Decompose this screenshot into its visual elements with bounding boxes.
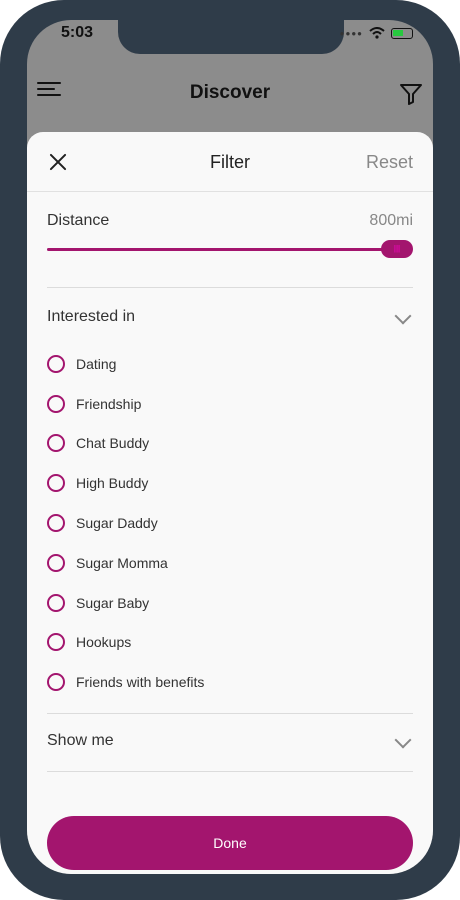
interested-in-label: Interested in — [47, 308, 136, 325]
radio-icon[interactable] — [47, 514, 65, 533]
option-label: Chat Buddy — [76, 435, 150, 452]
option-high-buddy[interactable]: High Buddy — [47, 463, 413, 503]
option-label: High Buddy — [76, 475, 149, 492]
show-me-label: Show me — [47, 732, 114, 749]
status-icons: ●●●● — [340, 27, 413, 39]
option-label: Sugar Momma — [76, 554, 168, 571]
radio-icon[interactable] — [47, 633, 65, 652]
signal-icon: ●●●● — [339, 28, 363, 38]
show-me-header[interactable]: Show me — [47, 731, 413, 762]
chevron-down-icon — [394, 731, 412, 749]
option-sugar-daddy[interactable]: Sugar Daddy — [47, 503, 413, 543]
phone-frame: 5:03 ●●●● Discover Filter Reset Distance… — [0, 0, 460, 900]
screen: 5:03 ●●●● Discover Filter Reset Distance… — [27, 20, 433, 874]
option-label: Dating — [76, 355, 117, 372]
radio-icon[interactable] — [47, 673, 65, 692]
battery-icon — [391, 27, 413, 39]
radio-icon[interactable] — [47, 354, 65, 373]
option-hookups[interactable]: Hookups — [47, 623, 413, 663]
page-title: Discover — [189, 82, 271, 103]
show-me-section: Show me — [47, 714, 413, 772]
app-header: Discover — [27, 70, 433, 116]
radio-icon[interactable] — [47, 593, 65, 612]
wifi-icon — [369, 27, 385, 39]
option-label: Hookups — [76, 634, 132, 651]
done-button[interactable]: Done — [47, 816, 413, 870]
distance-slider-thumb[interactable]: ||| — [381, 240, 413, 258]
option-label: Friendship — [76, 395, 142, 412]
status-time: 5:03 — [61, 24, 94, 41]
interested-in-header[interactable]: Interested in — [47, 307, 413, 338]
option-friends-with-benefits[interactable]: Friends with benefits — [47, 662, 413, 702]
option-friendship[interactable]: Friendship — [47, 384, 413, 424]
option-sugar-baby[interactable]: Sugar Baby — [47, 583, 413, 623]
distance-section: Distance 800mi ||| — [47, 192, 413, 288]
chevron-down-icon — [394, 307, 412, 325]
option-chat-buddy[interactable]: Chat Buddy — [47, 424, 413, 464]
distance-slider[interactable]: ||| — [47, 240, 413, 258]
radio-icon[interactable] — [47, 394, 65, 413]
sheet-header: Filter Reset — [27, 132, 433, 192]
status-bar: 5:03 ●●●● — [27, 20, 433, 54]
option-dating[interactable]: Dating — [47, 344, 413, 384]
radio-icon[interactable] — [47, 474, 65, 493]
interested-in-section: Interested in Dating Friendship Chat Bud… — [47, 288, 413, 714]
filter-sheet: Filter Reset Distance 800mi ||| Interest… — [27, 132, 433, 874]
notch — [118, 20, 344, 54]
filter-icon[interactable] — [399, 82, 423, 106]
radio-icon[interactable] — [47, 553, 65, 572]
distance-value: 800mi — [369, 212, 413, 229]
interested-in-options: Dating Friendship Chat Buddy High Buddy … — [47, 344, 413, 702]
option-label: Sugar Baby — [76, 594, 150, 611]
distance-slider-fill — [47, 248, 397, 251]
reset-button[interactable]: Reset — [366, 152, 413, 173]
distance-label: Distance — [47, 212, 110, 229]
option-sugar-momma[interactable]: Sugar Momma — [47, 543, 413, 583]
option-label: Friends with benefits — [76, 674, 205, 691]
radio-icon[interactable] — [47, 434, 65, 453]
option-label: Sugar Daddy — [76, 515, 158, 532]
